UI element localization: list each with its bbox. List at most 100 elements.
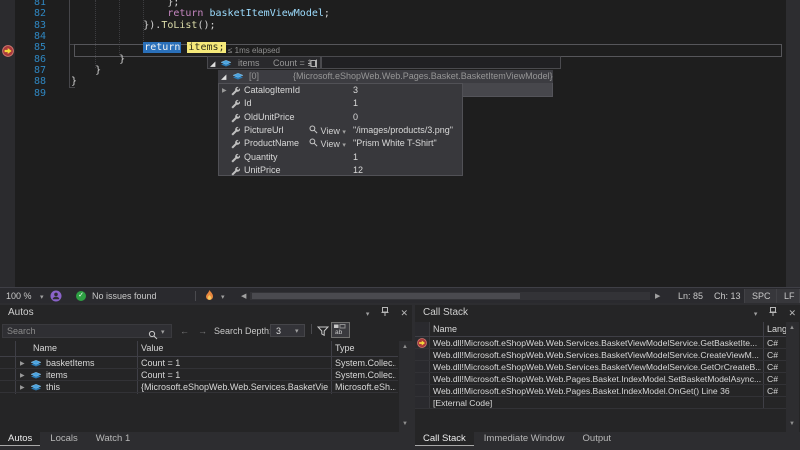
- window-position-icon[interactable]: ▾: [366, 311, 370, 318]
- call-stack-frame[interactable]: Web.dll!Microsoft.eShopWeb.Web.Services.…: [415, 337, 786, 349]
- code-segment: [71, 42, 143, 53]
- view-button[interactable]: View ▾: [309, 138, 346, 149]
- expander-collapsed-icon[interactable]: ▶: [222, 87, 227, 94]
- datatip-items-row[interactable]: ◢ items Count = 1: [207, 56, 321, 69]
- member-value: 1: [353, 152, 358, 162]
- search-depth-caret-icon[interactable]: ▾: [295, 327, 299, 335]
- datatip-member-row[interactable]: ProductName View ▾"Prism White T-Shirt": [219, 137, 462, 150]
- call-stack-frame[interactable]: Web.dll!Microsoft.eShopWeb.Web.Pages.Bas…: [415, 385, 786, 397]
- search-forward-icon[interactable]: →: [198, 326, 207, 336]
- search-box[interactable]: ▾: [2, 324, 172, 338]
- format-values-button[interactable]: ab: [331, 322, 350, 338]
- line-indicator[interactable]: Ln: 85: [678, 291, 703, 301]
- health-check-icon[interactable]: ✓: [76, 291, 86, 301]
- view-caret-icon[interactable]: ▾: [342, 142, 346, 149]
- tab-immediate-window[interactable]: Immediate Window: [476, 432, 573, 446]
- datatip-member-row[interactable]: UnitPrice12: [219, 164, 462, 177]
- code-line[interactable]: }: [71, 65, 101, 77]
- line-number[interactable]: 83: [15, 20, 46, 32]
- code-line[interactable]: }).ToList();: [71, 20, 216, 32]
- zoom-level[interactable]: 100 %: [6, 291, 32, 301]
- code-line[interactable]: return basketItemViewModel;: [71, 8, 330, 20]
- tab-autos[interactable]: Autos: [0, 432, 40, 446]
- expander-collapsed-icon[interactable]: ▶: [20, 372, 25, 379]
- search-depth-select[interactable]: 3 ▾: [270, 324, 305, 337]
- autos-scrollbar[interactable]: ▲ ▼: [399, 341, 412, 432]
- code-line[interactable]: }: [71, 76, 77, 88]
- breakpoint-current-statement-icon[interactable]: [2, 44, 14, 56]
- hot-reload-icon[interactable]: [204, 290, 215, 304]
- call-stack-frame[interactable]: Web.dll!Microsoft.eShopWeb.Web.Services.…: [415, 349, 786, 361]
- variable-name: items: [46, 370, 68, 380]
- datatip-member-row[interactable]: PictureUrl View ▾"/images/products/3.png…: [219, 124, 462, 137]
- hot-reload-caret-icon[interactable]: ▾: [221, 293, 225, 301]
- column-header-lang[interactable]: Lang: [767, 324, 787, 334]
- view-button[interactable]: View ▾: [309, 125, 346, 136]
- zoom-caret-icon[interactable]: ▾: [40, 293, 44, 301]
- close-icon[interactable]: ✕: [400, 308, 408, 318]
- call-stack-header: Name Lang: [415, 322, 786, 337]
- expander-collapsed-icon[interactable]: ▶: [20, 360, 25, 367]
- search-input[interactable]: [7, 325, 125, 337]
- datatip-variable-name: items: [238, 58, 260, 68]
- datatip-member-row[interactable]: OldUnitPrice0: [219, 111, 462, 124]
- autos-row[interactable]: ▶basketItemsCount = 1System.Collec...: [0, 357, 398, 369]
- pin-icon[interactable]: [769, 308, 777, 318]
- spaces-indicator[interactable]: SPC: [744, 289, 779, 303]
- tab-output[interactable]: Output: [575, 432, 620, 446]
- datatip-member-row[interactable]: Quantity1: [219, 151, 462, 164]
- view-caret-icon[interactable]: ▾: [342, 129, 346, 136]
- close-icon[interactable]: ✕: [788, 308, 796, 318]
- line-ending-indicator[interactable]: LF: [776, 289, 800, 303]
- scroll-down-icon[interactable]: ▼: [789, 421, 795, 427]
- search-back-icon[interactable]: ←: [180, 326, 189, 336]
- call-stack-frame[interactable]: Web.dll!Microsoft.eShopWeb.Web.Services.…: [415, 361, 786, 373]
- scroll-left-icon[interactable]: ◀: [241, 292, 246, 300]
- datatip-member-row[interactable]: ▶CatalogItemId3: [219, 84, 462, 97]
- code-line[interactable]: return items;: [71, 42, 226, 54]
- line-number[interactable]: 87: [15, 65, 46, 77]
- line-number[interactable]: 82: [15, 8, 46, 20]
- datatip-member-row[interactable]: Id1: [219, 97, 462, 110]
- window-controls: ▾ ✕: [745, 305, 796, 321]
- call-stack-frame[interactable]: Web.dll!Microsoft.eShopWeb.Web.Pages.Bas…: [415, 373, 786, 385]
- search-options-caret-icon[interactable]: ▾: [161, 328, 165, 336]
- health-status-text[interactable]: No issues found: [92, 291, 157, 301]
- window-position-icon[interactable]: ▾: [754, 311, 758, 318]
- call-stack-scrollbar[interactable]: ▲ ▼: [786, 322, 799, 432]
- scroll-up-icon[interactable]: ▲: [789, 325, 795, 331]
- code-editor[interactable]: 818283848586878889 }; return basketItemV…: [0, 0, 786, 287]
- expander-expanded-icon[interactable]: ◢: [210, 60, 215, 68]
- expander-expanded-icon[interactable]: ◢: [221, 73, 226, 81]
- tab-locals[interactable]: Locals: [42, 432, 85, 446]
- line-number[interactable]: 86: [15, 54, 46, 66]
- expander-collapsed-icon[interactable]: ▶: [20, 384, 25, 391]
- column-header-name[interactable]: Name: [433, 324, 457, 334]
- perf-tip[interactable]: ≤ 1ms elapsed: [228, 46, 280, 55]
- column-header-name[interactable]: Name: [33, 343, 57, 353]
- horizontal-scrollbar-thumb[interactable]: [252, 293, 520, 299]
- call-stack-title[interactable]: Call Stack: [415, 305, 800, 321]
- autos-row[interactable]: ▶itemsCount = 1System.Collec...: [0, 369, 398, 381]
- line-number[interactable]: 85: [15, 42, 46, 54]
- autos-row[interactable]: ▶this{Microsoft.eShopWeb.Web.Services.Ba…: [0, 381, 398, 393]
- code-line[interactable]: }: [71, 54, 125, 66]
- live-share-icon[interactable]: [50, 290, 62, 304]
- tab-call-stack[interactable]: Call Stack: [415, 432, 474, 446]
- datatip-element-row[interactable]: ◢ [0] {Microsoft.eShopWeb.Web.Pages.Bask…: [218, 70, 553, 83]
- line-number[interactable]: 84: [15, 31, 46, 43]
- filter-icon[interactable]: [317, 324, 329, 342]
- scroll-right-icon[interactable]: ▶: [655, 292, 660, 300]
- call-stack-frame[interactable]: [External Code]: [415, 397, 786, 409]
- column-indicator[interactable]: Ch: 13: [714, 291, 741, 301]
- scroll-down-icon[interactable]: ▼: [402, 421, 408, 427]
- column-header-value[interactable]: Value: [141, 343, 163, 353]
- autos-title[interactable]: Autos: [0, 305, 412, 321]
- pin-icon[interactable]: [381, 308, 389, 318]
- scroll-up-icon[interactable]: ▲: [402, 344, 408, 350]
- column-header-type[interactable]: Type: [335, 343, 355, 353]
- line-number[interactable]: 88: [15, 76, 46, 88]
- separator: [311, 324, 312, 334]
- line-number[interactable]: 89: [15, 88, 46, 100]
- tab-watch-1[interactable]: Watch 1: [88, 432, 139, 446]
